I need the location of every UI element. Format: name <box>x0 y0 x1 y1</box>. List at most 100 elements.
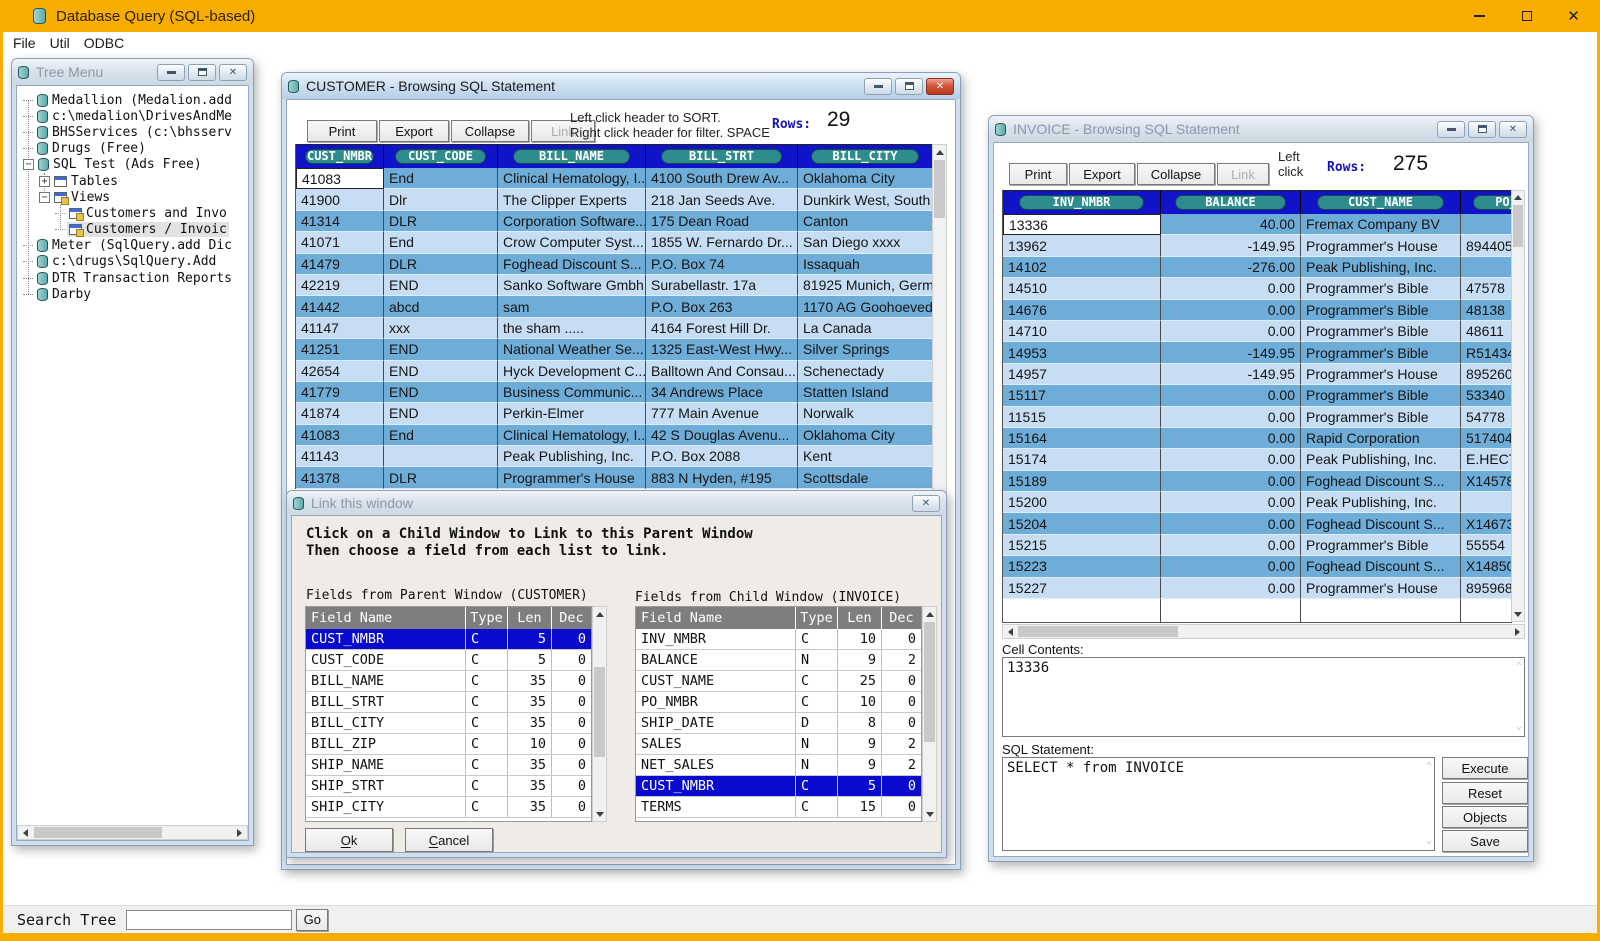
link-dialog-titlebar[interactable]: Link this window ✕ <box>287 491 946 515</box>
grid-cell[interactable]: E.HECTO <box>1461 449 1512 470</box>
minimize-button[interactable] <box>1437 121 1465 138</box>
menu-odbc[interactable]: ODBC <box>84 35 124 51</box>
grid-cell[interactable]: Programmer's Bible <box>1301 300 1461 321</box>
restore-button[interactable] <box>188 64 216 81</box>
field-row[interactable]: INV_NMBRC100 <box>636 629 921 650</box>
grid-cell[interactable]: 14102 <box>1003 257 1161 278</box>
menu-file[interactable]: File <box>13 35 36 51</box>
grid-cell[interactable]: Oklahoma City <box>798 168 933 189</box>
grid-cell[interactable] <box>1461 257 1512 278</box>
grid-cell[interactable]: Fremax Company BV <box>1301 214 1461 235</box>
scroll-right-arrow[interactable] <box>232 826 247 839</box>
grid-cell[interactable] <box>1461 214 1512 235</box>
grid-cell[interactable]: P.O. Box 2088 <box>646 446 798 467</box>
field-row[interactable]: BALANCEN92 <box>636 650 921 671</box>
grid-cell[interactable]: 0.00 <box>1161 492 1301 513</box>
scrollbar-thumb[interactable] <box>594 667 605 757</box>
search-tree-input[interactable] <box>126 910 292 930</box>
child-fields-scrollbar[interactable] <box>922 606 937 822</box>
grid-cell[interactable]: Programmer's House <box>1301 578 1461 599</box>
grid-cell[interactable]: Programmer's Bible <box>1301 535 1461 556</box>
grid-cell[interactable]: 11515 <box>1003 407 1161 428</box>
close-button[interactable]: ✕ <box>926 78 954 95</box>
grid-cell[interactable]: R51434 <box>1461 342 1512 363</box>
grid-cell[interactable]: 14953 <box>1003 342 1161 363</box>
tree-titlebar[interactable]: Tree Menu ✕ <box>12 59 253 85</box>
grid-cell[interactable]: Programmer's Bible <box>1301 342 1461 363</box>
scrollbar-thumb[interactable] <box>34 827 162 838</box>
grid-cell[interactable] <box>1301 599 1461 623</box>
grid-cell[interactable]: End <box>384 232 498 253</box>
collapse-expander-icon[interactable]: − <box>23 159 34 170</box>
scroll-up-arrow[interactable] <box>593 607 606 621</box>
grid-cell[interactable]: 895968 <box>1461 578 1512 599</box>
close-button[interactable]: ✕ <box>1499 121 1527 138</box>
execute-button[interactable]: Execute <box>1442 757 1528 779</box>
grid-cell[interactable]: 0.00 <box>1161 471 1301 492</box>
grid-cell[interactable]: END <box>384 382 498 403</box>
minimize-button[interactable] <box>157 64 185 81</box>
field-row[interactable]: SHIP_NAMEC350 <box>306 755 591 776</box>
grid-cell[interactable]: Dunkirk West, South <box>798 189 933 210</box>
scroll-up-arrow[interactable] <box>923 607 936 621</box>
tree-item[interactable]: −Views <box>17 189 248 205</box>
grid-cell[interactable]: 0.00 <box>1161 407 1301 428</box>
grid-cell[interactable]: END <box>384 403 498 424</box>
invoice-vertical-scrollbar[interactable] <box>1511 190 1525 622</box>
grid-cell[interactable]: abcd <box>384 296 498 317</box>
objects-button[interactable]: Objects <box>1442 806 1528 828</box>
export-button[interactable]: Export <box>1069 163 1135 185</box>
print-button[interactable]: Print <box>307 120 377 142</box>
column-header[interactable]: CUST_CODE <box>384 145 498 168</box>
grid-cell[interactable]: Statten Island <box>798 382 933 403</box>
grid-cell[interactable]: -149.95 <box>1161 342 1301 363</box>
field-row[interactable]: TERMSC150 <box>636 797 921 818</box>
grid-cell[interactable]: 48611 <box>1461 321 1512 342</box>
grid-cell[interactable]: End <box>384 168 498 189</box>
scrollbar-thumb[interactable] <box>924 622 935 742</box>
tree-item[interactable]: −SQL Test (Ads Free) <box>17 157 248 173</box>
grid-cell[interactable]: San Diego xxxx <box>798 232 933 253</box>
field-row[interactable]: SHIP_DATED80 <box>636 713 921 734</box>
scroll-right-arrow[interactable] <box>1510 625 1524 638</box>
scroll-down-arrow[interactable] <box>923 807 936 821</box>
grid-cell[interactable]: the sham ..... <box>498 318 646 339</box>
scroll-left-arrow[interactable] <box>18 826 33 839</box>
grid-cell[interactable]: 48138 <box>1461 300 1512 321</box>
grid-cell[interactable]: 15174 <box>1003 449 1161 470</box>
grid-cell[interactable]: 15204 <box>1003 513 1161 534</box>
grid-cell[interactable]: Peak Publishing, Inc. <box>498 446 646 467</box>
grid-cell[interactable]: Programmer's House <box>1301 235 1461 256</box>
grid-cell[interactable]: 4100 South Drew Av... <box>646 168 798 189</box>
tree-item[interactable]: DTR Transaction Reports <box>17 270 248 286</box>
column-header[interactable]: BILL_CITY <box>798 145 933 168</box>
grid-cell[interactable]: La Canada <box>798 318 933 339</box>
grid-cell[interactable]: 15215 <box>1003 535 1161 556</box>
grid-cell[interactable]: 41147 <box>296 318 384 339</box>
grid-cell[interactable]: Foghead Discount S... <box>1301 556 1461 577</box>
field-row[interactable]: SALESN92 <box>636 734 921 755</box>
grid-cell[interactable]: xxx <box>384 318 498 339</box>
close-button[interactable]: ✕ <box>912 495 940 512</box>
tree-item[interactable]: Drugs (Free) <box>17 141 248 157</box>
grid-cell[interactable]: Balltown And Consau... <box>646 361 798 382</box>
grid-cell[interactable]: 53340 <box>1461 385 1512 406</box>
grid-cell[interactable] <box>384 446 498 467</box>
tree-item[interactable]: Meter (SqlQuery.add Dic <box>17 238 248 254</box>
grid-cell[interactable]: DLR <box>384 254 498 275</box>
grid-cell[interactable]: Peak Publishing, Inc. <box>1301 449 1461 470</box>
grid-cell[interactable]: Programmer's Bible <box>1301 321 1461 342</box>
restore-button[interactable] <box>1468 121 1496 138</box>
field-row[interactable]: BILL_CITYC350 <box>306 713 591 734</box>
grid-cell[interactable]: Clinical Hematology, I... <box>498 425 646 446</box>
scroll-up-arrow[interactable] <box>1512 191 1524 204</box>
scrollbar-thumb[interactable] <box>934 160 945 218</box>
link-button[interactable]: Link <box>1217 163 1269 185</box>
scroll-down-arrow[interactable] <box>1512 608 1524 621</box>
menu-util[interactable]: Util <box>50 35 70 51</box>
grid-cell[interactable]: Foghead Discount S... <box>1301 513 1461 534</box>
grid-cell[interactable]: 0.00 <box>1161 578 1301 599</box>
grid-cell[interactable]: 41442 <box>296 296 384 317</box>
grid-cell[interactable]: Issaquah <box>798 254 933 275</box>
grid-cell[interactable]: 42 S Douglas Avenu... <box>646 425 798 446</box>
